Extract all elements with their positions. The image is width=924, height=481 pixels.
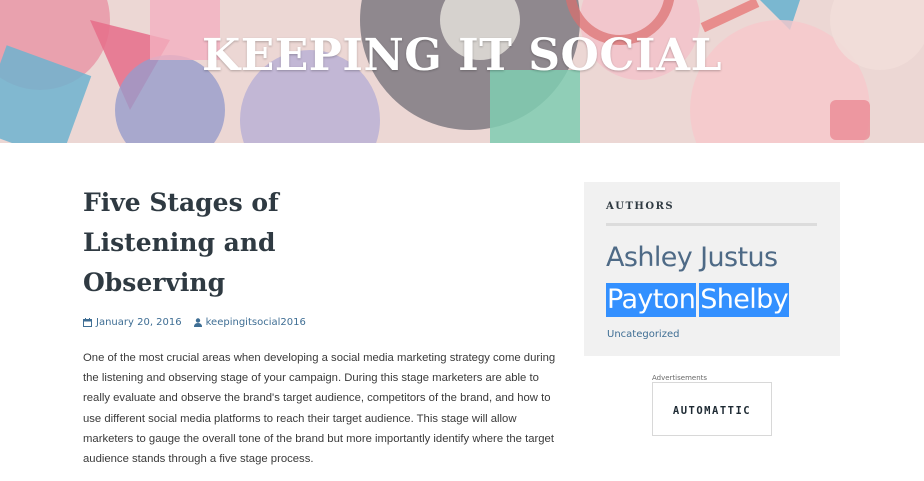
post-excerpt: One of the most crucial areas when devel… — [83, 352, 556, 466]
user-icon — [193, 318, 202, 327]
author-ashley-justus[interactable]: Ashley Justus — [606, 241, 778, 275]
post-author: keepingitsocial2016 — [205, 317, 306, 328]
post-date-link[interactable]: January 20, 2016 — [83, 317, 182, 328]
ad-box[interactable]: AUTOMATTIC — [652, 382, 772, 436]
author-first-name-selected[interactable]: Payton — [606, 283, 697, 317]
widget-title: AUTHORS — [606, 201, 675, 212]
advertisements-label: Advertisements — [652, 374, 708, 382]
author-payton-shelby[interactable]: Payton Shelby — [606, 283, 790, 317]
post-author-link[interactable]: keepingitsocial2016 — [193, 317, 306, 328]
author-first-name[interactable]: Ashley — [606, 241, 693, 275]
ad-brand-logo: AUTOMATTIC — [672, 405, 752, 417]
post-date: January 20, 2016 — [96, 317, 182, 328]
widget-divider — [606, 223, 817, 226]
header-banner: KEEPING IT SOCIAL — [0, 0, 924, 143]
category-link-uncategorized[interactable]: Uncategorized — [607, 329, 679, 340]
authors-widget: AUTHORS Ashley Justus Payton Shelby Uncat… — [584, 182, 840, 356]
author-last-name[interactable]: Justus — [700, 241, 778, 275]
site-title[interactable]: KEEPING IT SOCIAL — [0, 30, 924, 81]
post-title[interactable]: Five Stages of Listening and Observing — [83, 183, 413, 303]
post-article: Five Stages of Listening and Observing J… — [83, 183, 563, 481]
post-meta: January 20, 2016 keepingitsocial2016 — [83, 317, 563, 328]
author-last-name-selected[interactable]: Shelby — [699, 283, 790, 317]
calendar-icon — [83, 318, 92, 327]
